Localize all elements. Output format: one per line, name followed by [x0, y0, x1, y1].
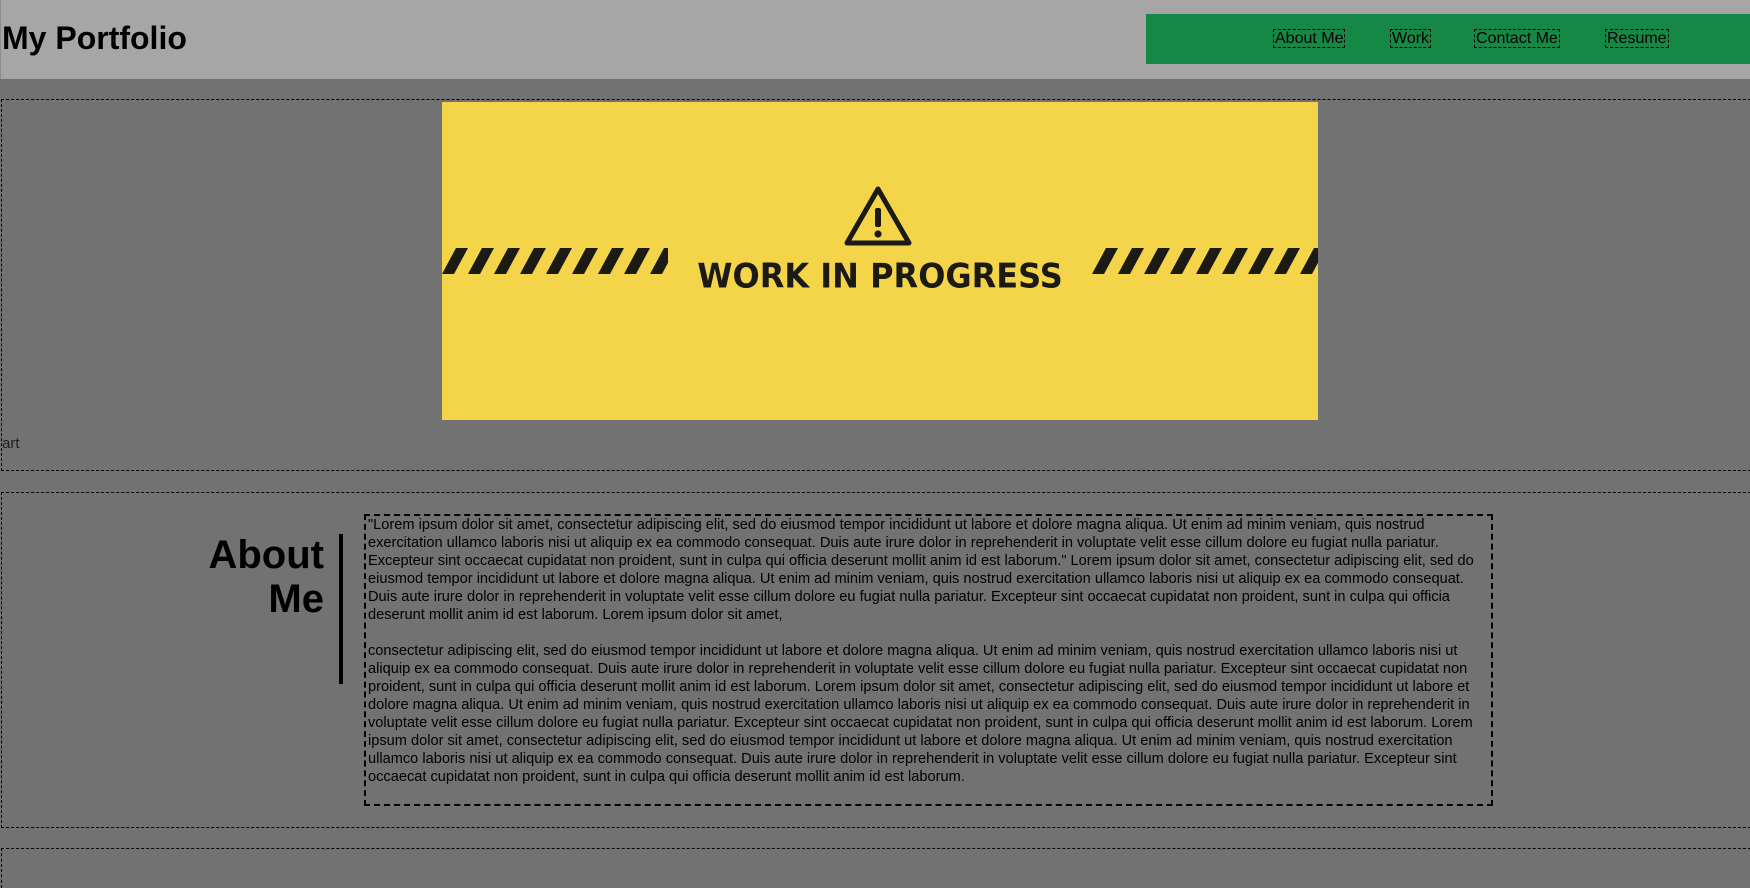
nav-link-about-me[interactable]: About Me: [1273, 29, 1346, 48]
about-heading: About Me: [208, 533, 324, 621]
nav-link-resume[interactable]: Resume: [1605, 29, 1669, 48]
hero-section: WORK IN PROGRESS art: [1, 99, 1750, 471]
about-paragraph: consectetur adipiscing elit, sed do eius…: [368, 643, 1473, 785]
site-title[interactable]: My Portfolio: [2, 18, 187, 58]
about-paragraph: "Lorem ipsum dolor sit amet, consectetur…: [368, 517, 1474, 623]
hazard-stripes-right: [1092, 248, 1318, 274]
nav-link-contact-me[interactable]: Contact Me: [1474, 29, 1560, 48]
about-section: About Me "Lorem ipsum dolor sit amet, co…: [1, 492, 1750, 828]
about-divider: [339, 534, 343, 684]
next-section: [1, 848, 1750, 888]
site-header: My Portfolio About Me Work Contact Me Re…: [0, 0, 1750, 79]
about-text: "Lorem ipsum dolor sit amet, consectetur…: [364, 514, 1493, 806]
main-nav: About Me Work Contact Me Resume: [1146, 14, 1750, 64]
nav-link-work[interactable]: Work: [1390, 29, 1432, 48]
hero-caption: art: [2, 435, 20, 452]
work-in-progress-banner: WORK IN PROGRESS: [442, 102, 1318, 420]
warning-icon: [844, 186, 912, 246]
